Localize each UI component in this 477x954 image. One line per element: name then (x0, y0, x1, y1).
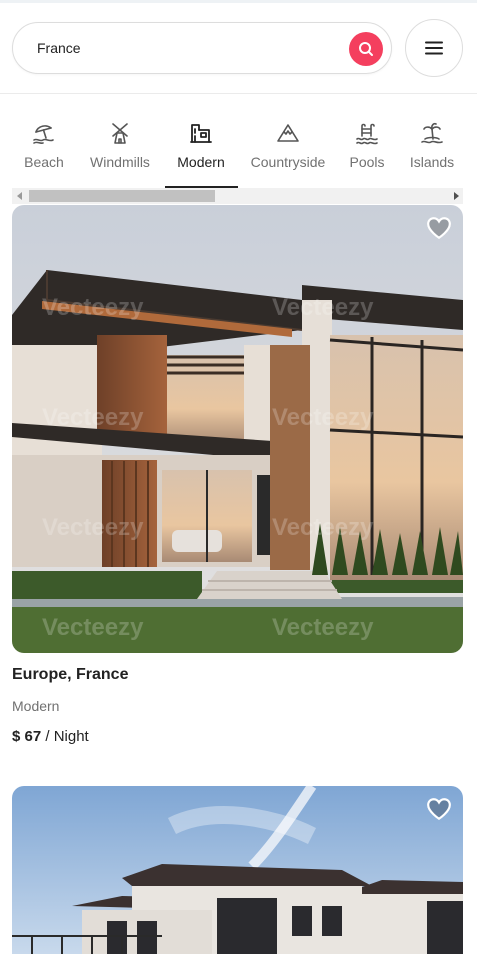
search-icon (359, 42, 373, 56)
svg-text:Vecteezy: Vecteezy (42, 614, 144, 641)
scrollbar-thumb[interactable] (29, 190, 215, 202)
mountain-icon (275, 120, 301, 146)
svg-text:Vecteezy: Vecteezy (272, 614, 374, 641)
beach-umbrella-icon (31, 120, 57, 146)
category-islands[interactable]: Islands (407, 95, 457, 188)
modern-building-icon (188, 120, 214, 146)
category-countryside[interactable]: Countryside (248, 95, 328, 188)
search-button[interactable] (349, 32, 383, 66)
category-label: Modern (177, 154, 225, 170)
category-label: Windmills (90, 154, 150, 170)
listing-price-row: $ 67 / Night (12, 728, 463, 745)
listing-photo[interactable]: Vecteezy Vecteezy Vecteezy Vecteezy Vect… (12, 205, 463, 653)
svg-text:Vecteezy: Vecteezy (42, 294, 144, 321)
hamburger-menu-icon (425, 41, 443, 55)
category-modern[interactable]: Modern (175, 95, 227, 188)
listing-photo[interactable] (12, 786, 463, 954)
category-label: Beach (24, 154, 64, 170)
heart-icon[interactable] (426, 215, 452, 241)
listing-location: Europe, France (12, 666, 129, 683)
modern-house-photo: Vecteezy Vecteezy Vecteezy Vecteezy Vect… (12, 205, 463, 653)
windmill-icon (107, 120, 133, 146)
listing-price-unit: / Night (45, 728, 89, 745)
category-label: Countryside (250, 154, 326, 170)
svg-text:Vecteezy: Vecteezy (42, 404, 144, 431)
header: France (0, 3, 477, 94)
category-label: Islands (409, 154, 455, 170)
modern-villa-photo (12, 786, 463, 954)
listing-card[interactable] (12, 786, 463, 954)
svg-text:Vecteezy: Vecteezy (272, 514, 374, 541)
scroll-left-arrow-icon[interactable] (12, 188, 27, 204)
palm-island-icon (419, 120, 445, 146)
listing-price: $ 67 (12, 728, 42, 745)
category-bar: Beach Windmills Modern Countryside Pools… (0, 95, 477, 188)
category-pools[interactable]: Pools (348, 95, 386, 188)
search-input[interactable]: France (37, 40, 81, 56)
category-label: Pools (349, 154, 385, 170)
category-windmills[interactable]: Windmills (86, 95, 154, 188)
listing-category: Modern (12, 698, 60, 714)
svg-text:Vecteezy: Vecteezy (272, 294, 374, 321)
menu-button[interactable] (405, 19, 463, 77)
search-bar[interactable]: France (12, 22, 392, 74)
category-scrollbar[interactable] (12, 188, 463, 204)
pool-ladder-icon (354, 120, 380, 146)
listing-card[interactable]: Vecteezy Vecteezy Vecteezy Vecteezy Vect… (12, 205, 463, 745)
scroll-right-arrow-icon[interactable] (448, 188, 463, 204)
category-beach[interactable]: Beach (22, 95, 66, 188)
heart-icon[interactable] (426, 796, 452, 822)
svg-text:Vecteezy: Vecteezy (42, 514, 144, 541)
svg-text:Vecteezy: Vecteezy (272, 404, 374, 431)
